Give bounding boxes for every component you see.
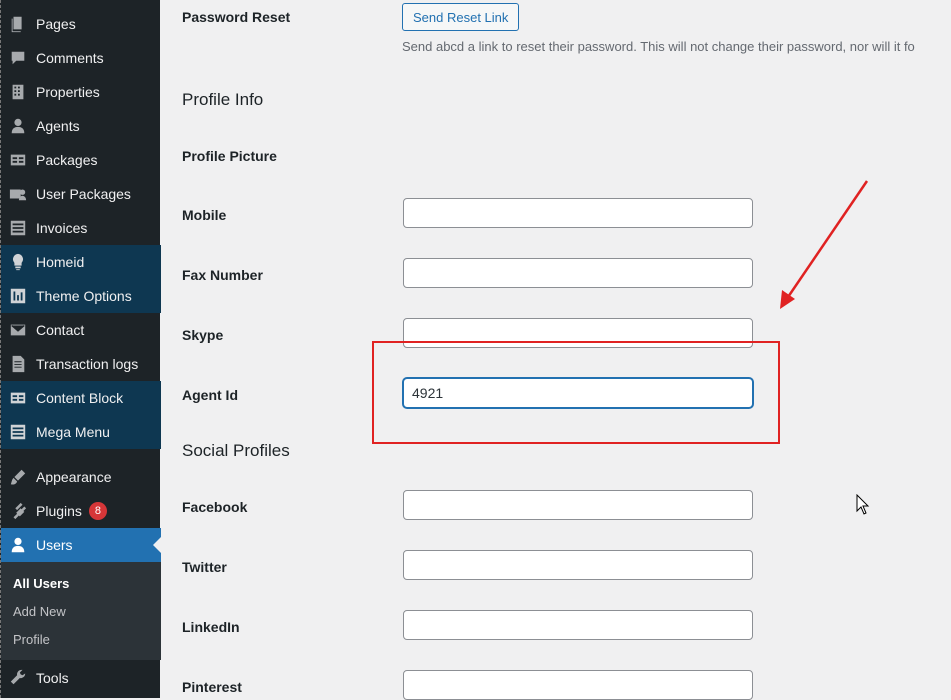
menu-item-appearance[interactable]: Appearance bbox=[1, 460, 161, 494]
fax-number-input[interactable] bbox=[403, 258, 753, 288]
invoices-icon bbox=[8, 218, 28, 238]
submenu-profile[interactable]: Profile bbox=[13, 632, 50, 647]
mobile-input[interactable] bbox=[403, 198, 753, 228]
menu-item-label: Packages bbox=[36, 152, 98, 168]
theme-options-icon bbox=[8, 286, 28, 306]
envelope-icon bbox=[8, 320, 28, 340]
menu-item-agents[interactable]: Agents bbox=[1, 109, 161, 143]
submenu-add-new[interactable]: Add New bbox=[13, 604, 66, 619]
facebook-label: Facebook bbox=[182, 499, 248, 515]
menu-item-packages[interactable]: Packages bbox=[1, 143, 161, 177]
pinterest-label: Pinterest bbox=[182, 679, 242, 695]
menu-item-transaction-logs[interactable]: Transaction logs bbox=[1, 347, 161, 381]
menu-item-label: Contact bbox=[36, 322, 85, 338]
user-packages-icon bbox=[8, 184, 28, 204]
users-submenu: All Users Add New Profile bbox=[1, 562, 161, 660]
menu-item-mega-menu[interactable]: Mega Menu bbox=[1, 415, 161, 449]
pinterest-input[interactable] bbox=[403, 670, 753, 700]
menu-item-label: Users bbox=[36, 537, 73, 553]
menu-item-pages[interactable]: Pages bbox=[1, 7, 161, 41]
twitter-label: Twitter bbox=[182, 559, 227, 575]
menu-item-properties[interactable]: Properties bbox=[1, 75, 161, 109]
menu-item-comments[interactable]: Comments bbox=[1, 41, 161, 75]
twitter-input[interactable] bbox=[403, 550, 753, 580]
comments-icon bbox=[8, 48, 28, 68]
menu-item-label: Agents bbox=[36, 118, 80, 134]
menu-item-label: Appearance bbox=[36, 469, 112, 485]
menu-item-label: Mega Menu bbox=[36, 424, 110, 440]
menu-item-theme-options[interactable]: Theme Options bbox=[1, 279, 161, 313]
plugin-icon bbox=[8, 501, 28, 521]
facebook-input[interactable] bbox=[403, 490, 753, 520]
menu-item-plugins[interactable]: Plugins 8 bbox=[1, 494, 161, 528]
menu-item-label: User Packages bbox=[36, 186, 131, 202]
profile-info-heading: Profile Info bbox=[182, 90, 264, 109]
menu-item-label: Invoices bbox=[36, 220, 88, 236]
menu-item-homeid[interactable]: Homeid bbox=[1, 245, 161, 279]
social-profiles-heading: Social Profiles bbox=[182, 441, 290, 460]
menu-item-users[interactable]: Users bbox=[1, 528, 161, 562]
submenu-all-users[interactable]: All Users bbox=[13, 576, 69, 591]
mega-menu-icon bbox=[8, 422, 28, 442]
menu-item-user-packages[interactable]: User Packages bbox=[1, 177, 161, 211]
plugins-update-badge: 8 bbox=[88, 502, 107, 520]
menu-item-label: Comments bbox=[36, 50, 104, 66]
annotation-highlight-box bbox=[372, 341, 780, 444]
menu-item-label: Homeid bbox=[36, 254, 85, 270]
menu-item-label: Tools bbox=[36, 670, 69, 686]
pages-icon bbox=[8, 14, 28, 34]
agents-icon bbox=[8, 116, 28, 136]
wrench-icon bbox=[8, 668, 28, 688]
mobile-label: Mobile bbox=[182, 207, 227, 223]
skype-label: Skype bbox=[182, 327, 224, 343]
menu-item-label: Properties bbox=[36, 84, 100, 100]
admin-sidebar: Pages Comments Properties Agents Package… bbox=[0, 0, 161, 698]
menu-item-contact[interactable]: Contact bbox=[1, 313, 161, 347]
annotation-arrow-icon bbox=[780, 180, 869, 309]
properties-icon bbox=[8, 82, 28, 102]
profile-form: Password Reset Send Reset Link Send abcd… bbox=[160, 0, 951, 700]
menu-item-label: Pages bbox=[36, 16, 76, 32]
user-icon bbox=[8, 535, 28, 555]
content-block-icon bbox=[8, 388, 28, 408]
menu-item-label: Plugins bbox=[36, 503, 82, 519]
profile-picture-label: Profile Picture bbox=[182, 148, 277, 164]
password-reset-description: Send abcd a link to reset their password… bbox=[402, 39, 915, 54]
menu-item-label: Transaction logs bbox=[36, 356, 139, 372]
transaction-logs-icon bbox=[8, 354, 28, 374]
brush-icon bbox=[8, 467, 28, 487]
menu-item-label: Theme Options bbox=[36, 288, 132, 304]
menu-item-tools[interactable]: Tools bbox=[1, 661, 161, 695]
linkedin-input[interactable] bbox=[403, 610, 753, 640]
send-reset-link-button[interactable]: Send Reset Link bbox=[402, 3, 520, 31]
agent-id-label: Agent Id bbox=[182, 387, 238, 403]
linkedin-label: LinkedIn bbox=[182, 619, 240, 635]
lightbulb-icon bbox=[8, 252, 28, 272]
menu-item-content-block[interactable]: Content Block bbox=[1, 381, 161, 415]
password-reset-label: Password Reset bbox=[182, 9, 291, 25]
menu-item-label: Content Block bbox=[36, 390, 124, 406]
fax-number-label: Fax Number bbox=[182, 267, 263, 283]
menu-item-invoices[interactable]: Invoices bbox=[1, 211, 161, 245]
mouse-cursor-icon bbox=[856, 494, 870, 515]
packages-icon bbox=[8, 150, 28, 170]
